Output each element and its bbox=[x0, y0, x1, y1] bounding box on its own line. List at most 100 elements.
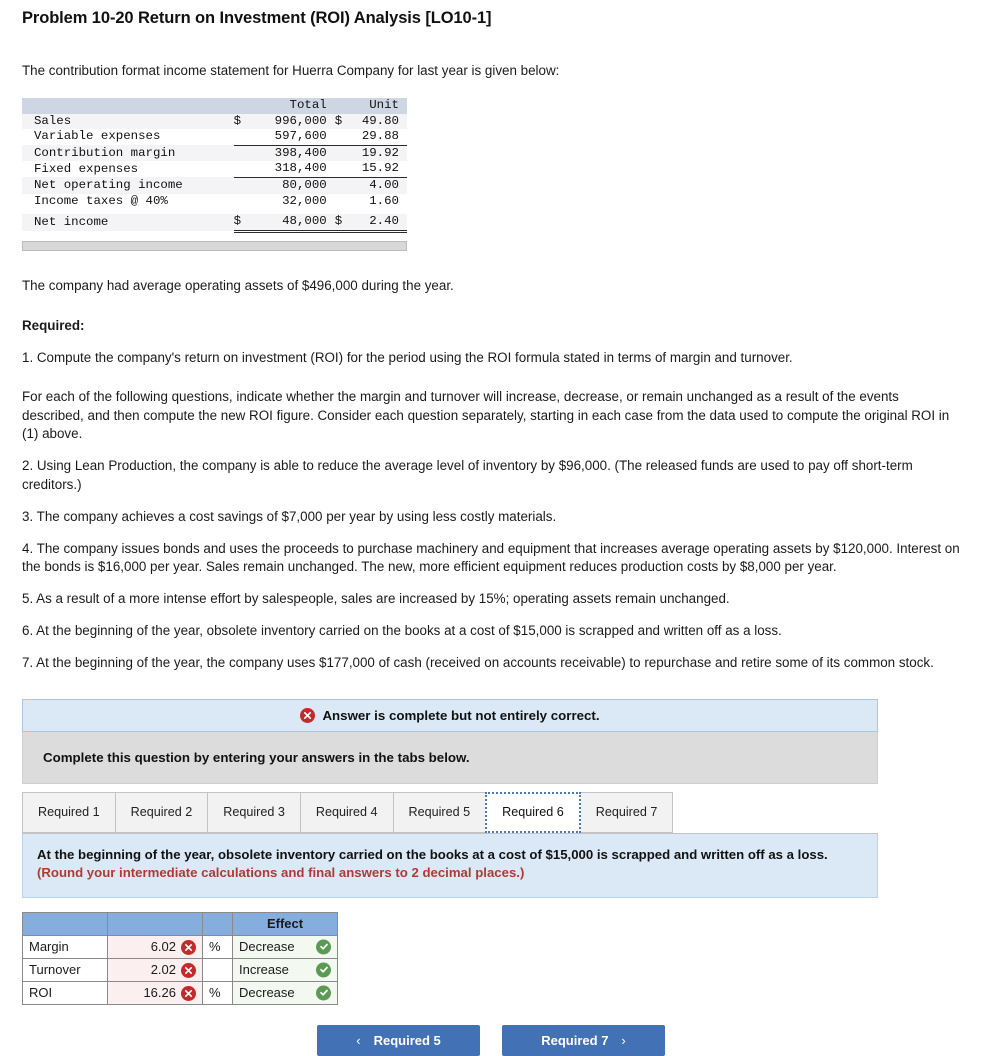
income-row-label: Variable expenses bbox=[34, 129, 161, 144]
answer-row-label: ROI bbox=[22, 980, 108, 1005]
answer-effect-value: Decrease bbox=[239, 939, 295, 955]
income-row-label: Sales bbox=[34, 113, 72, 128]
answer-unit-label: % bbox=[202, 980, 233, 1005]
income-row-unit-currency bbox=[335, 177, 349, 193]
tab-label: Required 1 bbox=[38, 805, 100, 820]
income-statement-row: Income taxes @ 40% 32,000 1.60 bbox=[22, 194, 407, 210]
answer-table-head: Effect bbox=[22, 911, 338, 936]
answer-table: Effect Margin 6.02% Decrease Turnover 2.02 In… bbox=[22, 911, 338, 1005]
income-row-total-currency bbox=[234, 177, 253, 193]
income-statement-row: Contribution margin 398,400 19.92 bbox=[22, 145, 407, 162]
tab-label: Required 6 bbox=[502, 805, 564, 820]
requirement-5-text: 5. As a result of a more intense effort … bbox=[22, 591, 730, 607]
answer-row-label: Turnover bbox=[22, 957, 108, 982]
page-title: Problem 10-20 Return on Investment (ROI)… bbox=[22, 9, 492, 27]
income-row-total: 48,000 bbox=[252, 214, 335, 233]
page-container: Problem 10-20 Return on Investment (ROI)… bbox=[0, 9, 982, 1056]
income-row-unit-currency bbox=[334, 129, 350, 146]
income-row-total: 996,000 bbox=[274, 113, 327, 128]
answer-header-value bbox=[107, 911, 203, 936]
tab-required-6[interactable]: Required 6 bbox=[485, 791, 581, 833]
incorrect-icon bbox=[181, 939, 196, 955]
answer-table-row: Margin 6.02% Decrease bbox=[22, 934, 338, 959]
answer-value-input[interactable]: 2.02 bbox=[107, 957, 203, 982]
answer-header-effect: Effect bbox=[232, 911, 338, 936]
tab-required-1[interactable]: Required 1 bbox=[22, 791, 116, 833]
income-row-total: 597,600 bbox=[252, 129, 335, 146]
answer-header-unit bbox=[202, 911, 233, 936]
income-row-label: Contribution margin bbox=[34, 145, 176, 160]
answer-value-input[interactable]: 6.02 bbox=[107, 934, 203, 959]
answer-table-body: Margin 6.02% Decrease Turnover 2.02 Increase R… bbox=[22, 934, 338, 1005]
income-statement-row: Net income $48,000 $2.40 bbox=[22, 214, 407, 233]
income-statement-row: Net operating income 80,000 4.00 bbox=[22, 177, 407, 194]
income-row-unit: 4.00 bbox=[369, 177, 399, 192]
income-row-unit-currency: $ bbox=[334, 113, 343, 128]
next-requirement-label: Required 7 bbox=[541, 1032, 609, 1048]
income-header-currency-total bbox=[234, 98, 253, 114]
income-row-total-currency bbox=[233, 129, 253, 146]
instruction-bar: Complete this question by entering your … bbox=[22, 731, 878, 784]
income-statement-head: Total Unit bbox=[22, 97, 407, 114]
answer-unit-label bbox=[202, 957, 233, 982]
income-row-unit-currency bbox=[334, 161, 350, 178]
income-statement-row: Variable expenses 597,600 29.88 bbox=[22, 129, 407, 146]
income-statement-footer-bar bbox=[22, 240, 407, 251]
previous-requirement-label: Required 5 bbox=[373, 1032, 441, 1048]
answer-effect-select[interactable]: Decrease bbox=[232, 980, 338, 1005]
answer-unit-label: % bbox=[202, 934, 233, 959]
requirement-6-text: 6. At the beginning of the year, obsolet… bbox=[22, 623, 782, 639]
average-operating-assets-text: The company had average operating assets… bbox=[22, 277, 454, 293]
requirement-1-text: 1. Compute the company's return on inves… bbox=[22, 350, 793, 366]
question-prompt-panel: At the beginning of the year, obsolete i… bbox=[22, 833, 878, 898]
intro-text: The contribution format income statement… bbox=[22, 63, 560, 78]
tab-required-5[interactable]: Required 5 bbox=[392, 791, 487, 833]
tab-required-4[interactable]: Required 4 bbox=[299, 791, 394, 833]
answer-effect-value: Increase bbox=[239, 962, 289, 978]
correct-icon bbox=[316, 962, 331, 978]
income-statement-table: Total Unit Sales $996,000 $49.80 Variable e… bbox=[22, 97, 407, 233]
income-row-label: Fixed expenses bbox=[34, 161, 139, 176]
income-row-label: Income taxes @ 40% bbox=[34, 193, 168, 208]
income-statement-header-row: Total Unit bbox=[22, 97, 407, 114]
pagination-controls: ‹ Required 5 Required 7 › bbox=[22, 1024, 960, 1056]
income-row-unit: 19.92 bbox=[361, 145, 399, 160]
income-row-unit: 2.40 bbox=[349, 214, 407, 233]
tab-label: Required 2 bbox=[130, 805, 193, 820]
answer-table-row: ROI 16.26% Decrease bbox=[22, 980, 338, 1005]
tab-label: Required 4 bbox=[315, 805, 378, 820]
requirement-tabs[interactable]: Required 1 Required 2 Required 3 Required 4… bbox=[22, 791, 878, 834]
required-label: Required: bbox=[22, 318, 85, 334]
income-statement-body: Sales $996,000 $49.80 Variable expenses 597,… bbox=[22, 113, 407, 233]
income-row-unit: 29.88 bbox=[349, 129, 407, 146]
incorrect-icon bbox=[181, 985, 196, 1001]
income-row-label: Net operating income bbox=[34, 177, 183, 192]
income-row-total-currency bbox=[234, 194, 253, 210]
income-statement-block: Total Unit Sales $996,000 $49.80 Variable e… bbox=[22, 97, 407, 251]
requirement-4-text: 4. The company issues bonds and uses the… bbox=[22, 540, 960, 575]
error-circle-icon bbox=[300, 707, 316, 723]
income-row-unit-currency bbox=[335, 145, 349, 161]
answer-value: 16.26 bbox=[143, 984, 176, 1000]
tab-label: Required 5 bbox=[408, 805, 471, 820]
income-row-total: 318,400 bbox=[252, 161, 335, 178]
answer-effect-select[interactable]: Decrease bbox=[232, 934, 338, 959]
income-row-unit-currency: $ bbox=[334, 214, 350, 233]
requirement-3-text: 3. The company achieves a cost savings o… bbox=[22, 508, 557, 524]
answer-card: Answer is complete but not entirely corr… bbox=[22, 698, 878, 898]
income-statement-row: Fixed expenses 318,400 15.92 bbox=[22, 161, 407, 178]
tab-required-2[interactable]: Required 2 bbox=[114, 791, 209, 833]
correct-icon bbox=[316, 939, 331, 955]
answer-effect-select[interactable]: Increase bbox=[232, 957, 338, 982]
tab-required-7[interactable]: Required 7 bbox=[579, 791, 674, 833]
answer-value: 6.02 bbox=[150, 938, 176, 954]
income-row-total-currency: $ bbox=[233, 214, 253, 233]
correct-icon bbox=[316, 985, 331, 1001]
tab-required-3[interactable]: Required 3 bbox=[207, 791, 301, 833]
answer-value-input[interactable]: 16.26 bbox=[107, 980, 203, 1005]
previous-requirement-button[interactable]: ‹ Required 5 bbox=[317, 1024, 480, 1056]
next-requirement-button[interactable]: Required 7 › bbox=[502, 1024, 665, 1056]
requirements-lead-in-text: For each of the following questions, ind… bbox=[22, 388, 950, 442]
income-header-unit: Unit bbox=[369, 97, 399, 112]
tab-label: Required 3 bbox=[223, 805, 285, 820]
